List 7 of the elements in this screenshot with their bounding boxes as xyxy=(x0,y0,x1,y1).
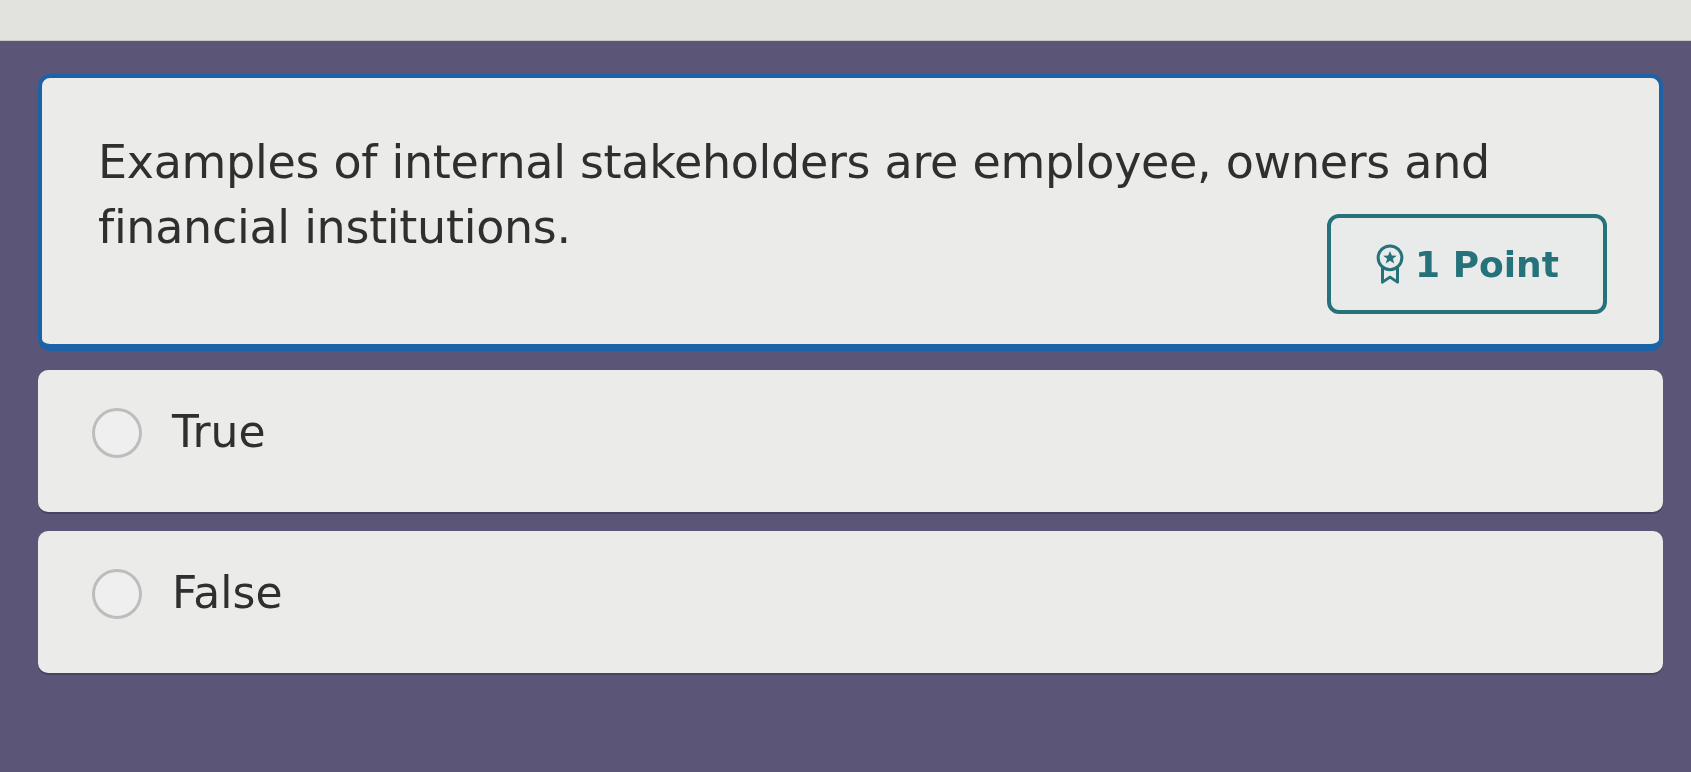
option-label: True xyxy=(172,405,266,459)
answer-option[interactable]: True xyxy=(38,370,1663,512)
radio-button[interactable] xyxy=(92,408,142,458)
answer-option[interactable]: False xyxy=(38,531,1663,673)
radio-button[interactable] xyxy=(92,569,142,619)
award-ribbon-icon xyxy=(1375,244,1406,284)
option-label: False xyxy=(172,566,283,620)
